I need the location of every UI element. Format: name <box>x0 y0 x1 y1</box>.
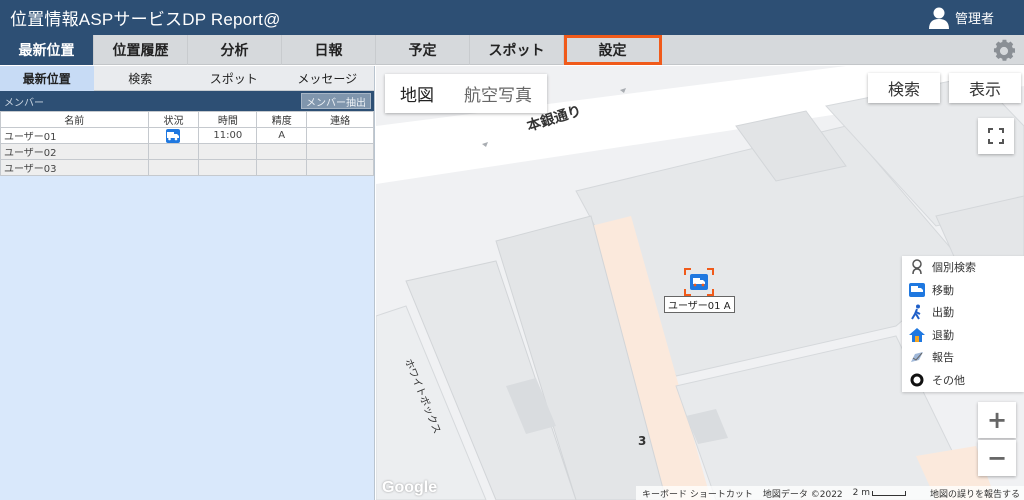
user-name: 管理者 <box>954 12 994 27</box>
column-header-accuracy[interactable]: 精度 <box>256 111 308 128</box>
member-label: メンバー <box>4 97 44 109</box>
member-bar: メンバー メンバー抽出 <box>0 91 374 111</box>
report-error-link[interactable]: 地図の誤りを報告する <box>930 487 1024 500</box>
legend-panel: 個別検索 移動 出勤 退勤 報告 その他 <box>902 256 1024 392</box>
legend-item-other[interactable]: その他 <box>902 369 1024 392</box>
contact-cell <box>306 159 374 176</box>
left-panel: 最新位置 検索 スポット メッセージ メンバー メンバー抽出 名前 状況 時間 … <box>0 66 375 500</box>
map-search-button[interactable]: 検索 <box>868 73 940 103</box>
subtab-spot[interactable]: スポット <box>187 66 281 91</box>
legend-item-clock-out[interactable]: 退勤 <box>902 324 1024 347</box>
accuracy-cell: A <box>256 127 308 144</box>
tab-analysis[interactable]: 分析 <box>188 35 282 65</box>
tab-daily-report[interactable]: 日報 <box>282 35 376 65</box>
tab-latest-position[interactable]: 最新位置 <box>0 35 94 65</box>
column-header-contact[interactable]: 連絡 <box>306 111 374 128</box>
table-row[interactable]: ユーザー03 <box>0 159 374 176</box>
subtab-latest-position[interactable]: 最新位置 <box>0 66 94 91</box>
scale-bar <box>872 490 906 496</box>
status-cell <box>147 143 200 160</box>
legend-item-clock-in[interactable]: 出勤 <box>902 301 1024 324</box>
fullscreen-button[interactable] <box>978 118 1014 154</box>
app-title: 位置情報ASPサービスDP Report@ <box>10 10 281 29</box>
truck-icon <box>909 282 925 297</box>
map-display-button[interactable]: 表示 <box>949 73 1021 103</box>
main-nav: 最新位置 位置履歴 分析 日報 予定 スポット 設定 <box>0 35 1024 65</box>
tab-schedule[interactable]: 予定 <box>376 35 470 65</box>
column-header-status[interactable]: 状況 <box>147 111 200 128</box>
marker-label: ユーザー01 A <box>664 296 735 313</box>
table-header-row: 名前 状況 時間 精度 連絡 <box>0 111 374 128</box>
legend-label: 退勤 <box>932 328 954 342</box>
truck-icon <box>166 128 181 143</box>
member-name: ユーザー03 <box>0 159 149 176</box>
contact-cell <box>306 127 374 144</box>
map-footer: キーボード ショートカット 地図データ ©2022 2 m 地図の誤りを報告する <box>636 486 1024 500</box>
legend-label: 個別検索 <box>932 261 976 275</box>
app-header: 位置情報ASPサービスDP Report@ 管理者 <box>0 0 1024 35</box>
contact-cell <box>306 143 374 160</box>
home-icon <box>909 327 925 342</box>
block-number: 3 <box>638 434 647 448</box>
status-cell <box>147 127 200 144</box>
legend-item-moving[interactable]: 移動 <box>902 279 1024 302</box>
member-table: 名前 状況 時間 精度 連絡 ユーザー01 11:00 A ユーザー02 ユーザ… <box>0 111 374 176</box>
walking-icon <box>911 304 921 320</box>
status-cell <box>147 159 200 176</box>
legend-item-report[interactable]: 報告 <box>902 346 1024 369</box>
user-icon <box>928 7 949 29</box>
map-type-satellite-button[interactable]: 航空写真 <box>449 74 547 113</box>
ring-icon <box>910 373 924 387</box>
tab-settings[interactable]: 設定 <box>564 35 662 65</box>
map-view[interactable]: 地図 航空写真 本銀通り ホワイトボックス 3 検索 表示 ユーザー01 A 個… <box>376 66 1024 500</box>
zoom-out-button[interactable]: − <box>978 440 1016 476</box>
keyboard-shortcuts-link[interactable]: キーボード ショートカット <box>642 487 753 500</box>
legend-label: その他 <box>932 373 965 387</box>
accuracy-cell <box>256 159 308 176</box>
tab-position-history[interactable]: 位置履歴 <box>94 35 188 65</box>
accuracy-cell <box>256 143 308 160</box>
member-name: ユーザー01 <box>0 127 149 144</box>
legend-label: 移動 <box>932 283 954 297</box>
table-row[interactable]: ユーザー02 <box>0 143 374 160</box>
map-data-credit: 地図データ ©2022 <box>762 489 843 500</box>
sub-tabs: 最新位置 検索 スポット メッセージ <box>0 66 374 91</box>
user-menu[interactable]: 管理者 <box>928 0 994 35</box>
time-cell <box>198 159 258 176</box>
report-icon <box>911 352 923 363</box>
gear-icon[interactable] <box>990 37 1018 65</box>
member-extract-button[interactable]: メンバー抽出 <box>301 93 371 109</box>
column-header-name[interactable]: 名前 <box>0 111 149 128</box>
legend-label: 報告 <box>932 351 954 365</box>
time-cell <box>198 143 258 160</box>
fullscreen-icon <box>988 128 1004 144</box>
subtab-search[interactable]: 検索 <box>94 66 188 91</box>
user-marker-icon[interactable] <box>684 268 714 296</box>
map-type-toggle: 地図 航空写真 <box>385 74 547 113</box>
member-name: ユーザー02 <box>0 143 149 160</box>
time-cell: 11:00 <box>198 127 258 144</box>
zoom-in-button[interactable]: + <box>978 402 1016 438</box>
map-type-map-button[interactable]: 地図 <box>385 74 449 113</box>
subtab-message[interactable]: メッセージ <box>281 66 375 91</box>
column-header-time[interactable]: 時間 <box>198 111 258 128</box>
table-row[interactable]: ユーザー01 11:00 A <box>0 127 374 144</box>
scale-label[interactable]: 2 m <box>853 488 870 498</box>
google-logo: Google <box>382 479 438 496</box>
tab-spot[interactable]: スポット <box>470 35 564 65</box>
legend-item-person-search[interactable]: 個別検索 <box>902 256 1024 279</box>
person-search-icon <box>912 259 922 275</box>
legend-label: 出勤 <box>932 306 954 320</box>
